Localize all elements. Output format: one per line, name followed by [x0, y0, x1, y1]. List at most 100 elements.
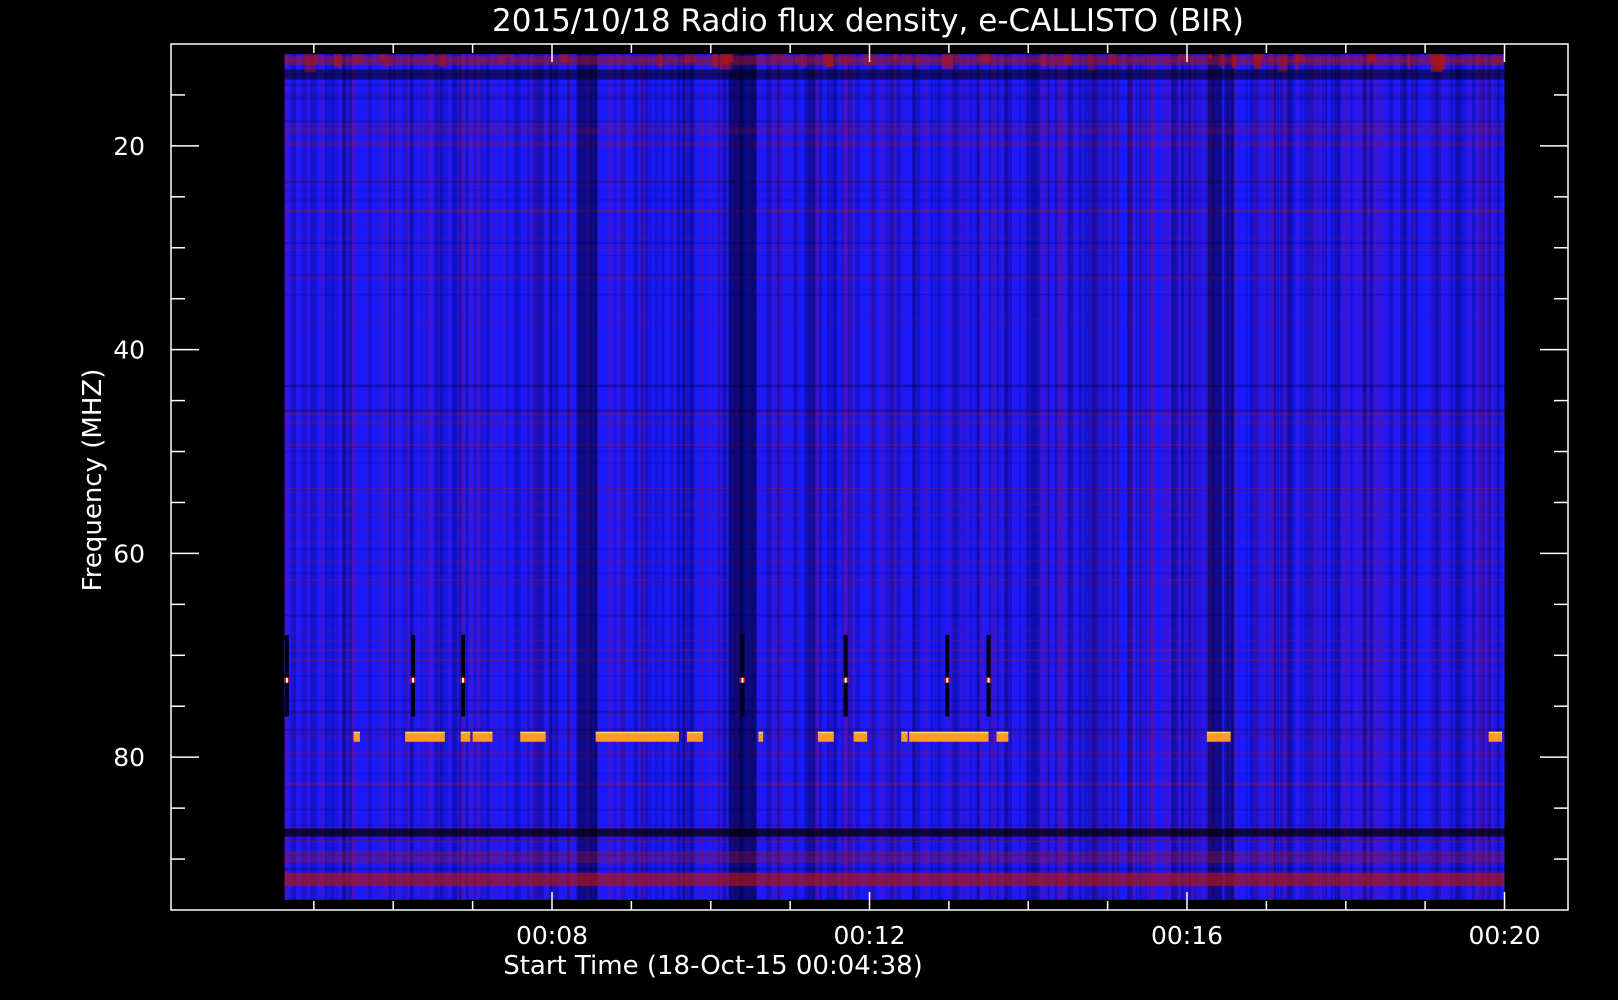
horizontal-band — [284, 69, 1505, 80]
noise-row — [284, 582, 1505, 586]
burst-78mhz — [627, 733, 679, 742]
noise-row — [284, 241, 1505, 245]
noise-row — [284, 513, 1505, 516]
burst-78mhz — [472, 733, 493, 742]
x-tick-label: 00:08 — [516, 921, 588, 950]
burst-highlight — [1206, 731, 1231, 734]
noise-row — [284, 419, 1505, 422]
top-speckle — [560, 54, 570, 63]
noise-row — [284, 445, 1505, 448]
dark-column — [804, 54, 816, 900]
top-speckle — [497, 54, 504, 64]
top-speckle — [1048, 54, 1058, 69]
burst-78mhz — [1206, 733, 1231, 742]
noise-row — [284, 786, 1505, 789]
burst-highlight — [353, 731, 360, 734]
burst-highlight — [1488, 731, 1503, 734]
burst-highlight — [758, 731, 764, 734]
top-speckle — [1231, 54, 1237, 68]
burst-78mhz — [405, 733, 445, 742]
noise-row — [284, 144, 1505, 147]
x-tick-label: 00:20 — [1468, 921, 1540, 950]
burst-78mhz — [520, 733, 546, 742]
burst-78mhz — [353, 733, 360, 742]
top-speckle — [712, 54, 719, 68]
top-speckle — [916, 54, 921, 70]
top-speckle — [954, 54, 961, 59]
noise-row — [284, 670, 1505, 673]
burst-highlight — [405, 731, 445, 734]
top-speckle — [1109, 54, 1117, 65]
noise-row — [284, 823, 1505, 827]
top-speckle — [904, 54, 912, 63]
spike-column — [461, 634, 466, 717]
burst-78mhz — [996, 733, 1009, 742]
burst-78mhz — [909, 733, 989, 742]
burst-78mhz — [1488, 733, 1503, 742]
noise-row — [284, 629, 1505, 633]
noise-row — [284, 639, 1505, 642]
burst-78mhz — [686, 733, 703, 742]
top-speckle — [800, 54, 807, 68]
y-tick-label: 80 — [113, 743, 145, 772]
noise-row — [284, 384, 1505, 388]
top-speckle — [771, 54, 782, 59]
top-speckle — [314, 54, 318, 66]
noise-row — [284, 209, 1505, 213]
top-speckle — [660, 54, 663, 69]
top-speckle — [1277, 54, 1288, 72]
noise-row — [284, 572, 1505, 575]
noise-row — [284, 491, 1505, 494]
noise-row — [284, 408, 1505, 412]
noise-row — [284, 276, 1505, 279]
dark-column — [577, 54, 598, 900]
noise-row — [284, 487, 1505, 490]
noise-row — [284, 123, 1505, 126]
top-speckle — [1428, 54, 1434, 60]
top-speckle — [1178, 54, 1190, 60]
noise-row — [284, 189, 1505, 192]
horizontal-band — [284, 828, 1505, 837]
noise-row — [284, 134, 1505, 136]
noise-row — [284, 751, 1505, 755]
top-speckle — [782, 54, 787, 61]
noise-row — [284, 560, 1505, 563]
noise-row — [284, 450, 1505, 453]
top-speckle — [304, 54, 316, 73]
top-speckle — [1041, 54, 1047, 67]
top-speckle — [1064, 54, 1073, 66]
top-speckle — [976, 54, 988, 61]
noise-row — [284, 579, 1505, 582]
burst-highlight — [996, 731, 1009, 734]
top-speckle — [333, 54, 342, 68]
noise-row — [284, 273, 1505, 277]
noise-row — [284, 293, 1505, 296]
spike-core — [844, 677, 847, 683]
noise-row — [284, 728, 1505, 731]
noise-row — [284, 827, 1505, 829]
noise-row — [284, 83, 1505, 86]
top-speckle — [684, 54, 696, 63]
heatmap-layer — [283, 54, 1505, 900]
burst-highlight — [817, 731, 834, 734]
noise-row — [284, 710, 1505, 714]
noise-row — [284, 237, 1505, 240]
noise-row — [284, 528, 1505, 532]
burst-highlight — [909, 731, 989, 734]
noise-row — [284, 93, 1505, 95]
dark-column — [728, 54, 757, 900]
top-speckle — [720, 54, 732, 70]
top-speckle — [1208, 54, 1212, 59]
top-speckle — [1295, 54, 1299, 70]
noise-row — [284, 248, 1505, 251]
top-speckle — [504, 54, 513, 59]
noise-row — [284, 503, 1505, 505]
spike-core — [462, 677, 465, 683]
noise-row — [284, 199, 1505, 202]
noise-row — [284, 319, 1505, 321]
noise-row — [284, 462, 1505, 464]
spike-core — [987, 677, 990, 683]
noise-row — [284, 443, 1505, 447]
top-speckle — [1366, 54, 1376, 59]
spike-core — [946, 677, 949, 683]
